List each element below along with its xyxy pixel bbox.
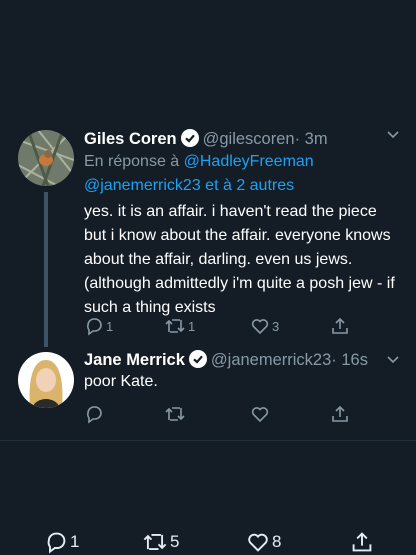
reply-count: 1 bbox=[70, 532, 80, 551]
chevron-down-icon[interactable] bbox=[386, 128, 400, 147]
share-icon bbox=[332, 405, 348, 422]
share-button[interactable] bbox=[330, 316, 350, 336]
reply-button[interactable]: 1 bbox=[44, 530, 79, 554]
tweet-text: poor Kate. bbox=[84, 373, 158, 390]
reply-icon bbox=[87, 318, 102, 336]
avatar-giles-coren[interactable] bbox=[18, 130, 74, 186]
like-button[interactable]: 3 bbox=[250, 316, 279, 336]
replying-to: En réponse à @HadleyFreeman @janemerrick2… bbox=[84, 150, 384, 198]
author-handle[interactable]: @gilescoren bbox=[203, 130, 295, 148]
reply-button[interactable]: 1 bbox=[84, 316, 113, 336]
retweet-icon bbox=[165, 407, 185, 421]
reply-user-link[interactable]: @janemerrick23 bbox=[84, 177, 201, 194]
divider bbox=[0, 440, 416, 441]
like-count: 3 bbox=[272, 318, 280, 334]
author-handle[interactable]: @janemerrick23 bbox=[211, 351, 331, 369]
reply-icon bbox=[47, 532, 66, 554]
tweet-text: yes. it is an affair. i haven't read the… bbox=[84, 203, 395, 316]
main-tweet-actions: 1 5 8 bbox=[0, 530, 416, 555]
reply-others-link[interactable]: et à 2 autres bbox=[201, 177, 294, 194]
heart-icon bbox=[251, 407, 269, 423]
retweet-count: 1 bbox=[188, 318, 196, 334]
reply-icon bbox=[87, 406, 102, 424]
timestamp[interactable]: · 3m bbox=[295, 130, 328, 148]
reply-button[interactable] bbox=[84, 404, 104, 424]
tweet-header: Jane Merrick @janemerrick23· 16s bbox=[84, 349, 368, 371]
heart-icon bbox=[248, 533, 268, 552]
avatar-jane-merrick[interactable] bbox=[18, 352, 74, 408]
like-count: 8 bbox=[272, 532, 282, 551]
share-button[interactable] bbox=[350, 530, 374, 554]
verified-badge-icon bbox=[188, 350, 207, 368]
tweet-header: Giles Coren @gilescoren· 3m bbox=[84, 128, 328, 150]
retweet-button[interactable]: 5 bbox=[142, 530, 179, 554]
retweet-count: 5 bbox=[170, 532, 180, 551]
tweet-giles-coren[interactable]: Giles Coren @gilescoren· 3m En réponse à … bbox=[0, 128, 416, 347]
share-icon bbox=[352, 532, 372, 552]
thread-line bbox=[44, 192, 48, 347]
retweet-icon bbox=[165, 319, 185, 333]
tweet-jane-merrick[interactable]: Jane Merrick @janemerrick23· 16s poor Kat… bbox=[0, 349, 416, 432]
author-name[interactable]: Giles Coren bbox=[84, 130, 177, 148]
retweet-button[interactable] bbox=[164, 404, 186, 424]
timestamp[interactable]: · 16s bbox=[331, 351, 368, 369]
retweet-icon bbox=[143, 533, 167, 551]
reply-user-link[interactable]: @HadleyFreeman bbox=[184, 153, 314, 170]
share-button[interactable] bbox=[330, 404, 350, 424]
like-button[interactable]: 8 bbox=[246, 530, 281, 554]
share-icon bbox=[332, 317, 348, 334]
verified-badge-icon bbox=[180, 129, 199, 147]
reply-prefix: En réponse à bbox=[84, 153, 184, 170]
tweet-actions: 1 1 3 bbox=[84, 316, 384, 340]
retweet-button[interactable]: 1 bbox=[164, 316, 195, 336]
like-button[interactable] bbox=[250, 404, 270, 424]
reply-count: 1 bbox=[106, 318, 114, 334]
tweet-actions bbox=[84, 404, 384, 428]
heart-icon bbox=[251, 319, 269, 335]
author-name[interactable]: Jane Merrick bbox=[84, 351, 185, 369]
